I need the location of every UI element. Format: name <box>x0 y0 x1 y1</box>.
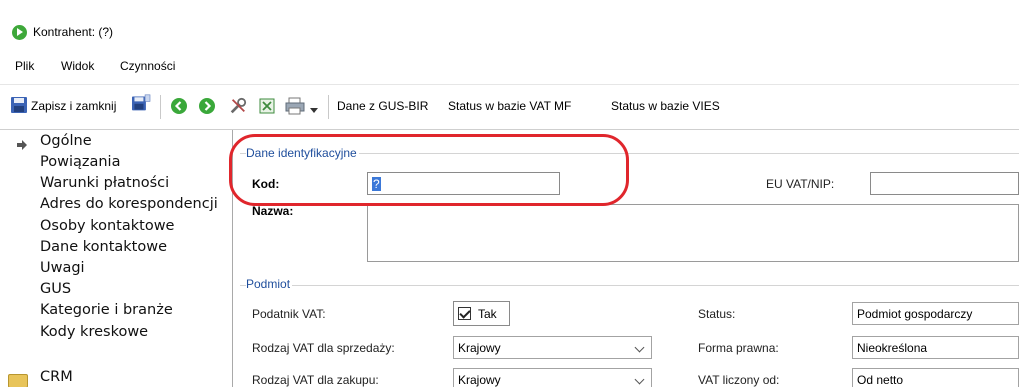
podmiot-group-title: Podmiot <box>246 277 293 291</box>
podatnik-vat-label: Podatnik VAT: <box>252 307 326 321</box>
tools-icon[interactable] <box>228 97 248 115</box>
eu-vat-input[interactable] <box>870 172 1019 195</box>
sidebar-item-crm[interactable]: CRM <box>40 369 73 385</box>
print-icon[interactable] <box>285 97 305 115</box>
sidebar: Ogólne Powiązania Warunki płatności Adre… <box>0 130 233 387</box>
menu-bar: Plik Widok Czynności <box>0 56 1019 78</box>
rodzaj-vat-sprzedazy-select[interactable]: Krajowy <box>453 336 652 359</box>
back-icon[interactable] <box>170 97 188 115</box>
sidebar-item-gus[interactable]: GUS <box>40 281 71 297</box>
vat-liczony-od-label: VAT liczony od: <box>698 373 780 387</box>
eu-vat-label: EU VAT/NIP: <box>766 177 835 191</box>
status-value: Podmiot gospodarczy <box>857 307 973 321</box>
title-bar: Kontrahent: (?) <box>0 0 1019 52</box>
status-label: Status: <box>698 307 736 321</box>
toolbar-separator <box>328 95 329 119</box>
status-field[interactable]: Podmiot gospodarczy <box>852 302 1019 325</box>
rodzaj-vat-zakupu-value: Krajowy <box>458 373 501 387</box>
forward-icon[interactable] <box>198 97 216 115</box>
sidebar-item-kategorie[interactable]: Kategorie i branże <box>40 302 173 318</box>
rodzaj-vat-zakupu-label: Rodzaj VAT dla zakupu: <box>252 373 379 387</box>
menu-widok[interactable]: Widok <box>61 59 94 73</box>
gus-button[interactable]: Dane z GUS-BIR <box>337 99 428 113</box>
podatnik-vat-checkbox[interactable]: Tak <box>453 301 510 326</box>
menu-czynnosci[interactable]: Czynności <box>120 59 175 73</box>
arrow-right-icon <box>17 140 27 150</box>
app-icon <box>12 25 27 40</box>
chevron-down-icon <box>634 374 645 385</box>
menu-plik[interactable]: Plik <box>15 59 34 73</box>
sidebar-item-uwagi[interactable]: Uwagi <box>40 260 85 276</box>
sidebar-item-warunki-platnosci[interactable]: Warunki płatności <box>40 175 169 191</box>
sidebar-item-powiazania[interactable]: Powiązania <box>40 154 120 170</box>
save-close-button[interactable]: Zapisz i zamknij <box>31 99 116 113</box>
vat-liczony-od-value: Od netto <box>857 373 904 387</box>
forma-prawna-field[interactable]: Nieokreślona <box>852 336 1019 359</box>
forma-prawna-label: Forma prawna: <box>698 341 779 355</box>
window-title: Kontrahent: (?) <box>33 25 114 39</box>
podatnik-vat-value: Tak <box>478 307 497 321</box>
print-dropdown-icon[interactable] <box>310 102 318 120</box>
vat-liczony-od-field[interactable]: Od netto <box>852 368 1019 387</box>
kod-label: Kod: <box>252 177 280 191</box>
save-icon[interactable] <box>10 96 28 114</box>
kod-value: ? <box>372 177 381 191</box>
excel-icon[interactable] <box>258 97 276 115</box>
rodzaj-vat-sprzedazy-value: Krajowy <box>458 341 501 355</box>
main-panel: Dane identyfikacyjne Kod: ? EU VAT/NIP: … <box>234 130 1019 387</box>
kod-input[interactable]: ? <box>367 172 560 195</box>
sidebar-item-dane-kontaktowe[interactable]: Dane kontaktowe <box>40 239 167 255</box>
sidebar-item-ogolne[interactable]: Ogólne <box>40 133 92 149</box>
toolbar: Zapisz i zamknij Dane z GUS-BIR Status w… <box>0 84 1019 124</box>
folder-icon <box>8 374 28 387</box>
nazwa-label: Nazwa: <box>252 204 294 218</box>
chevron-down-icon <box>634 342 645 353</box>
group-border <box>240 285 1019 286</box>
nazwa-input[interactable] <box>367 204 1019 262</box>
rodzaj-vat-zakupu-select[interactable]: Krajowy <box>453 368 652 387</box>
forma-prawna-value: Nieokreślona <box>857 341 928 355</box>
sidebar-item-osoby-kontaktowe[interactable]: Osoby kontaktowe <box>40 218 174 234</box>
vat-mf-status-button[interactable]: Status w bazie VAT MF <box>448 99 571 113</box>
save-new-icon[interactable] <box>129 94 153 112</box>
sidebar-item-kody-kreskowe[interactable]: Kody kreskowe <box>40 324 148 340</box>
content-area: Ogólne Powiązania Warunki płatności Adre… <box>0 129 1019 387</box>
sidebar-item-adres[interactable]: Adres do korespondencji <box>40 196 218 212</box>
toolbar-separator <box>160 95 161 119</box>
vies-status-button[interactable]: Status w bazie VIES <box>611 99 720 113</box>
rodzaj-vat-sprzedazy-label: Rodzaj VAT dla sprzedaży: <box>252 341 395 355</box>
identification-group-title: Dane identyfikacyjne <box>246 146 359 160</box>
checkbox-checked-icon[interactable] <box>458 307 471 320</box>
